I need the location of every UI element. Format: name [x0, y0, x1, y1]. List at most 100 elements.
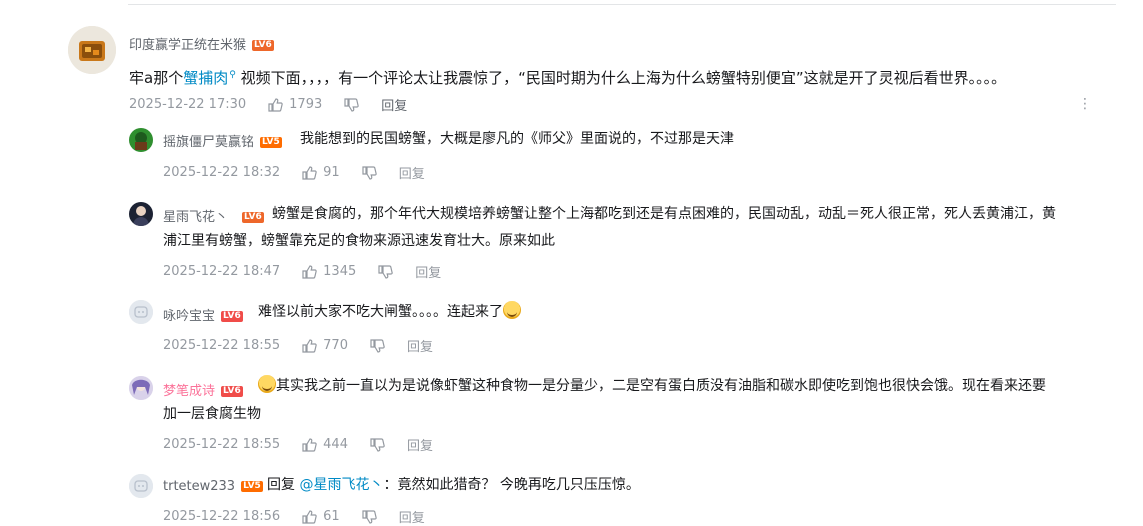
like-button[interactable]: 1793 — [268, 97, 322, 112]
reply-meta: 2025-12-22 18:56 61 回复 — [163, 507, 425, 526]
reply-text-line2: 加一层食腐生物 — [163, 406, 261, 422]
level-badge: LV5 — [260, 137, 282, 148]
thumb-down-icon — [378, 264, 393, 279]
like-button[interactable]: 61 — [302, 509, 340, 524]
reply-text-line1: 其实我之前一直以为是说像虾蟹这种食物一是分量少，二是空有蛋白质没有油脂和碳水即使… — [258, 373, 1046, 400]
like-count: 444 — [323, 437, 348, 452]
dislike-button[interactable] — [378, 264, 393, 279]
username[interactable]: 摇旗僵尸莫赢铭 LV5 — [163, 131, 282, 150]
reply-prefix: 回复 — [267, 477, 300, 493]
reply-text: 我能想到的民国螃蟹，大概是廖凡的《师父》里面说的，不过那是天津 — [300, 131, 734, 147]
username-text[interactable]: 印度赢学正统在米猴 — [129, 38, 246, 53]
avatar-image-icon — [129, 376, 153, 400]
avatar[interactable] — [129, 376, 153, 400]
mention-link[interactable]: @星雨飞花丶 — [299, 477, 383, 493]
reply-text: 难怪以前大家不吃大闸蟹。。。。连起来了 — [258, 299, 521, 326]
username-text[interactable]: 星雨飞花丶 — [163, 210, 228, 225]
thumb-up-icon — [302, 338, 317, 353]
reply-text-content: ：竟然如此猎奇？ 今晚再吃几只压压惊。 — [383, 477, 640, 493]
thumb-down-icon — [370, 338, 385, 353]
level-badge: LV5 — [241, 481, 263, 492]
reply-text-line1: 螃蟹是食腐的，那个年代大规模培养螃蟹让整个上海都吃到还是有点困难的，民国动乱，动… — [272, 206, 1056, 222]
reply-button[interactable]: 回复 — [381, 95, 407, 114]
reply-time: 2025-12-22 18:32 — [163, 165, 281, 180]
username[interactable]: trtetew233 LV5 — [163, 479, 263, 494]
reply-button[interactable]: 回复 — [415, 262, 441, 281]
reply-button[interactable]: 回复 — [399, 163, 425, 182]
reply-time: 2025-12-22 18:55 — [163, 437, 281, 452]
like-count: 1345 — [323, 264, 357, 279]
reply-text-line2: 浦江里有螃蟹，螃蟹靠充足的食物来源迅速发育壮大。原来如此 — [163, 233, 555, 249]
comment-text-part: 牢a那个 — [129, 69, 184, 87]
reply-text-content: 难怪以前大家不吃大闸蟹。。。。连起来了 — [258, 304, 503, 320]
avatar-image-icon — [68, 26, 116, 74]
search-link[interactable]: 蟹捕肉⚲ — [183, 69, 236, 87]
username-text[interactable]: trtetew233 — [163, 479, 235, 494]
like-count: 61 — [323, 509, 340, 524]
reply-button[interactable]: 回复 — [399, 507, 425, 526]
dislike-button[interactable] — [362, 165, 377, 180]
avatar-image-icon — [129, 202, 153, 226]
thumb-down-icon — [344, 97, 359, 112]
thumb-up-icon — [302, 165, 317, 180]
avatar-default-icon — [129, 300, 153, 324]
laughing-emoji-icon — [503, 301, 521, 319]
thumb-up-icon — [268, 97, 283, 112]
thumb-up-icon — [302, 509, 317, 524]
level-badge: LV6 — [221, 386, 243, 397]
search-icon: ⚲ — [229, 70, 236, 80]
reply-meta: 2025-12-22 18:55 444 回复 — [163, 435, 433, 454]
top-divider — [128, 4, 1116, 5]
dislike-button[interactable] — [344, 97, 359, 112]
avatar[interactable] — [68, 26, 116, 74]
level-badge: LV6 — [221, 311, 243, 322]
level-badge: LV6 — [242, 212, 264, 223]
thumb-down-icon — [362, 165, 377, 180]
username[interactable]: 星雨飞花丶 LV6 — [163, 206, 264, 225]
more-options-icon[interactable]: ⋮ — [1078, 96, 1092, 112]
avatar-default-icon — [129, 474, 153, 498]
comment-text-part: 视频下面，，，，有一个评论太让我震惊了，“民国时期为什么上海为什么螃蟹特别便宜”… — [235, 69, 1007, 87]
search-link-text[interactable]: 蟹捕肉 — [183, 69, 228, 87]
username-text[interactable]: 梦笔成诗 — [163, 384, 215, 399]
username-text[interactable]: 摇旗僵尸莫赢铭 — [163, 135, 254, 150]
level-badge: LV6 — [252, 40, 274, 51]
comment-time: 2025-12-22 17:30 — [129, 97, 247, 112]
avatar[interactable] — [129, 202, 153, 226]
reply-time: 2025-12-22 18:56 — [163, 509, 281, 524]
reply-meta: 2025-12-22 18:47 1345 回复 — [163, 262, 441, 281]
reply-time: 2025-12-22 18:47 — [163, 264, 281, 279]
dislike-button[interactable] — [370, 338, 385, 353]
reply-text-content: 其实我之前一直以为是说像虾蟹这种食物一是分量少，二是空有蛋白质没有油脂和碳水即使… — [276, 378, 1046, 394]
like-count: 1793 — [289, 97, 323, 112]
like-button[interactable]: 444 — [302, 437, 348, 452]
like-button[interactable]: 770 — [302, 338, 348, 353]
reply-button[interactable]: 回复 — [407, 336, 433, 355]
like-count: 91 — [323, 165, 340, 180]
avatar[interactable] — [129, 474, 153, 498]
thumb-up-icon — [302, 264, 317, 279]
laughing-emoji-icon — [258, 375, 276, 393]
avatar-image-icon — [129, 128, 153, 152]
reply-text: 回复 @星雨飞花丶：竟然如此猎奇？ 今晚再吃几只压压惊。 — [267, 472, 640, 499]
dislike-button[interactable] — [370, 437, 385, 452]
like-button[interactable]: 1345 — [302, 264, 356, 279]
thumb-down-icon — [370, 437, 385, 452]
reply-meta: 2025-12-22 18:32 91 回复 — [163, 163, 425, 182]
reply-meta: 2025-12-22 18:55 770 回复 — [163, 336, 433, 355]
username-text[interactable]: 咏吟宝宝 — [163, 309, 215, 324]
username[interactable]: 咏吟宝宝 LV6 — [163, 305, 243, 324]
comment-meta: 2025-12-22 17:30 1793 回复 — [129, 95, 407, 114]
avatar[interactable] — [129, 128, 153, 152]
thumb-down-icon — [362, 509, 377, 524]
username[interactable]: 梦笔成诗 LV6 — [163, 380, 243, 399]
like-button[interactable]: 91 — [302, 165, 340, 180]
avatar[interactable] — [129, 300, 153, 324]
thumb-up-icon — [302, 437, 317, 452]
reply-time: 2025-12-22 18:55 — [163, 338, 281, 353]
like-count: 770 — [323, 338, 348, 353]
reply-button[interactable]: 回复 — [407, 435, 433, 454]
comment-text: 牢a那个蟹捕肉⚲ 视频下面，，，，有一个评论太让我震惊了，“民国时期为什么上海为… — [129, 62, 1109, 91]
dislike-button[interactable] — [362, 509, 377, 524]
username[interactable]: 印度赢学正统在米猴 LV6 — [129, 34, 274, 53]
